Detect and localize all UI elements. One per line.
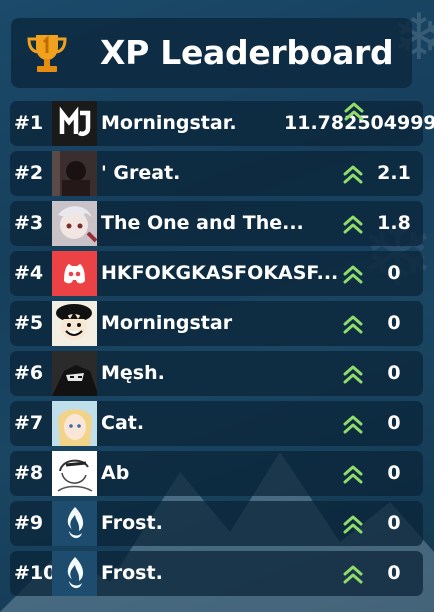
rank-label: #3 bbox=[14, 212, 44, 234]
xp-value: 2.1 bbox=[377, 162, 411, 184]
discord-avatar[interactable] bbox=[52, 251, 97, 296]
leaderboard-row[interactable]: #2 ' Great. 2.1 bbox=[10, 151, 423, 196]
leaderboard-header: XP Leaderboard bbox=[11, 18, 412, 88]
rank-label: #8 bbox=[14, 462, 44, 484]
level-up-chevron-icon bbox=[341, 212, 365, 236]
xp-value: 0 bbox=[387, 462, 401, 484]
level-up-chevron-icon bbox=[341, 412, 365, 436]
leaderboard-row[interactable]: #10 Frost. 0 bbox=[10, 551, 423, 596]
rank-label: #7 bbox=[14, 412, 44, 434]
leaderboard-row[interactable]: #3 The One and The... 1.8 bbox=[10, 201, 423, 246]
sketch-avatar[interactable] bbox=[52, 451, 97, 496]
rank-label: #2 bbox=[14, 162, 44, 184]
level-up-chevron-icon bbox=[341, 312, 365, 336]
dark-anime-avatar[interactable] bbox=[52, 351, 97, 396]
leaderboard-row[interactable]: #7 Cat. 0 bbox=[10, 401, 423, 446]
rank-label: #6 bbox=[14, 362, 44, 384]
frost-flame-avatar[interactable] bbox=[52, 501, 97, 546]
leaderboard-row[interactable]: #8 Ab 0 bbox=[10, 451, 423, 496]
leaderboard-row[interactable]: #1 Morningstar. 11.782504999 bbox=[10, 99, 434, 146]
mj-logo-avatar[interactable] bbox=[52, 101, 97, 146]
xp-value: 0 bbox=[387, 562, 401, 584]
leaderboard-row[interactable]: #6 Męsh. 0 bbox=[10, 351, 423, 396]
level-up-chevron-icon bbox=[341, 162, 365, 186]
user-name[interactable]: ' Great. bbox=[101, 151, 341, 196]
photo-avatar[interactable] bbox=[52, 151, 97, 196]
xp-value: 0 bbox=[387, 512, 401, 534]
frost-flame-avatar[interactable] bbox=[52, 551, 97, 596]
xp-value: 0 bbox=[387, 262, 401, 284]
user-name[interactable]: Morningstar bbox=[101, 301, 341, 346]
trophy-icon bbox=[27, 35, 67, 72]
level-up-chevron-icon bbox=[341, 462, 365, 486]
leaderboard-row[interactable]: #4 HKFOKGKASFOKASF... 0 bbox=[10, 251, 423, 296]
luffy-avatar[interactable] bbox=[52, 301, 97, 346]
rank-label: #5 bbox=[14, 312, 44, 334]
level-up-chevron-icon bbox=[342, 99, 366, 123]
user-name[interactable]: Cat. bbox=[101, 401, 341, 446]
leaderboard-row[interactable]: #9 Frost. 0 bbox=[10, 501, 423, 546]
user-name[interactable]: Ab bbox=[101, 451, 341, 496]
user-name[interactable]: Frost. bbox=[101, 501, 341, 546]
xp-value: 0 bbox=[387, 312, 401, 334]
xp-value: 1.8 bbox=[377, 212, 411, 234]
rank-label: #10 bbox=[14, 562, 57, 584]
level-up-chevron-icon bbox=[341, 512, 365, 536]
level-up-chevron-icon bbox=[341, 362, 365, 386]
xp-value: 0 bbox=[387, 412, 401, 434]
rank-label: #4 bbox=[14, 262, 44, 284]
user-name[interactable]: Męsh. bbox=[101, 351, 341, 396]
blonde-anime-avatar[interactable] bbox=[52, 401, 97, 446]
user-name[interactable]: HKFOKGKASFOKASF... bbox=[101, 251, 341, 296]
page-title: XP Leaderboard bbox=[100, 33, 394, 72]
user-name[interactable]: Frost. bbox=[101, 551, 341, 596]
xp-value: 0 bbox=[387, 362, 401, 384]
level-up-chevron-icon bbox=[341, 262, 365, 286]
leaderboard-row[interactable]: #5 Morningstar 0 bbox=[10, 301, 423, 346]
rank-label: #1 bbox=[14, 112, 44, 134]
rank-label: #9 bbox=[14, 512, 44, 534]
user-name[interactable]: The One and The... bbox=[101, 201, 341, 246]
level-up-chevron-icon bbox=[341, 562, 365, 586]
anime-avatar[interactable] bbox=[52, 201, 97, 246]
